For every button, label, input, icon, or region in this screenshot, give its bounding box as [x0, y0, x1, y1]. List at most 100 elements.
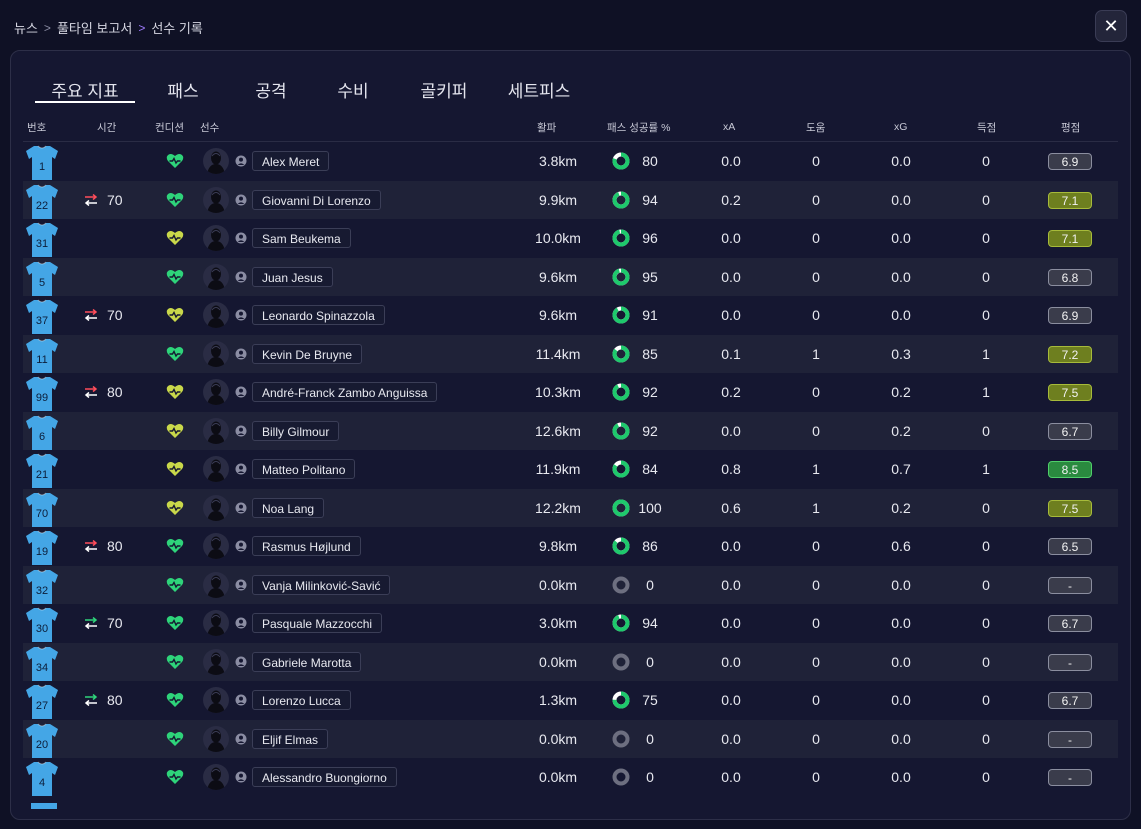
condition-heart-icon[interactable] — [166, 191, 184, 209]
xg-value: 0.2 — [891, 422, 911, 439]
next-row-peek — [23, 803, 1118, 809]
tab-passing[interactable]: 패스 — [138, 77, 228, 101]
tab-set-pieces[interactable]: 세트피스 — [494, 77, 584, 101]
avatar[interactable] — [203, 571, 229, 598]
player-name[interactable]: Lorenzo Lucca — [252, 690, 351, 710]
table-row[interactable]: 99 80 André-Franck Zambo Anguissa 10.3km… — [23, 373, 1118, 412]
goals-value: 0 — [982, 692, 990, 708]
table-row[interactable]: 27 80 Lorenzo Lucca 1.3km 75 0.0 0 0.0 0… — [23, 681, 1118, 720]
condition-heart-icon[interactable] — [166, 537, 184, 555]
xg-value: 0.0 — [891, 153, 911, 169]
player-name[interactable]: Matteo Politano — [252, 459, 356, 479]
table-row[interactable]: 37 70 Leonardo Spinazzola 9.6km 91 0.0 0… — [23, 296, 1118, 335]
player-name[interactable]: Alex Meret — [252, 151, 330, 171]
condition-heart-icon[interactable] — [166, 345, 184, 363]
table-row[interactable]: 6 Billy Gilmour 12.6km 92 0.0 0 0.2 0 6.… — [23, 411, 1118, 450]
col-rating[interactable]: 평점 — [1061, 120, 1080, 135]
jersey-icon: 30 — [26, 607, 58, 642]
tab-goalkeeper[interactable]: 골키퍼 — [404, 77, 484, 101]
table-row[interactable]: 32 Vanja Milinković-Savić 0.0km 0 0.0 0 … — [23, 565, 1118, 604]
table-row[interactable]: 19 80 Rasmus Højlund 9.8km 86 0.0 0 0.6 … — [23, 527, 1118, 566]
col-condition[interactable]: 컨디션 — [155, 120, 184, 135]
player-name[interactable]: Giovanni Di Lorenzo — [252, 189, 381, 210]
condition-heart-icon[interactable] — [166, 614, 184, 632]
condition-heart-icon[interactable] — [166, 460, 184, 478]
close-button[interactable]: ✕ — [1095, 10, 1127, 42]
avatar[interactable] — [203, 263, 229, 290]
table-row[interactable]: 5 Juan Jesus 9.6km 95 0.0 0 0.0 0 6.8 — [23, 257, 1118, 296]
avatar[interactable] — [203, 764, 229, 790]
condition-heart-icon[interactable] — [166, 422, 184, 440]
avatar[interactable] — [203, 456, 229, 482]
col-player[interactable]: 선수 — [200, 120, 219, 135]
table-row[interactable]: 20 Eljif Elmas 0.0km 0 0.0 0 0.0 0 - — [23, 719, 1118, 758]
table-row[interactable]: 70 Noa Lang 12.2km 100 0.6 1 0.2 0 7.5 — [23, 488, 1118, 527]
table-row[interactable]: 1 Alex Meret 3.8km 80 0.0 0 0.0 0 6.9 — [23, 142, 1118, 181]
table-row[interactable]: 30 70 Pasquale Mazzocchi 3.0km 94 0.0 0 … — [23, 604, 1118, 643]
player-name[interactable]: Eljif Elmas — [252, 728, 329, 749]
col-goals[interactable]: 득점 — [977, 120, 996, 135]
player-name[interactable]: Billy Gilmour — [252, 420, 340, 441]
tab-defense[interactable]: 수비 — [318, 77, 388, 101]
table-row[interactable]: 21 Matteo Politano 11.9km 84 0.8 1 0.7 1… — [23, 450, 1118, 489]
player-name[interactable]: Leonardo Spinazzola — [252, 305, 385, 325]
player-name[interactable]: Sam Beukema — [252, 228, 351, 248]
xa-value: 0.0 — [721, 692, 741, 708]
player-name[interactable]: Alessandro Buongiorno — [252, 767, 397, 787]
condition-heart-icon[interactable] — [166, 653, 184, 671]
condition-heart-icon[interactable] — [166, 383, 184, 401]
col-time[interactable]: 시간 — [97, 120, 116, 135]
tab-key-metrics[interactable]: 주요 지표 — [35, 77, 135, 103]
avatar[interactable] — [203, 417, 229, 444]
condition-heart-icon[interactable] — [166, 768, 184, 786]
pass-accuracy-ring — [612, 730, 630, 747]
col-pass-pct[interactable]: 패스 성공률 % — [607, 120, 670, 135]
rating-badge: 7.2 — [1048, 345, 1092, 363]
player-name[interactable]: Vanja Milinković-Savić — [252, 574, 391, 595]
player-name[interactable]: Gabriele Marotta — [252, 651, 362, 672]
condition-heart-icon[interactable] — [166, 229, 184, 247]
table-row[interactable]: 11 Kevin De Bruyne 11.4km 85 0.1 1 0.3 1… — [23, 334, 1118, 373]
avatar[interactable] — [203, 648, 229, 675]
breadcrumb-news[interactable]: 뉴스 — [14, 18, 38, 37]
avatar[interactable] — [203, 379, 229, 405]
avatar[interactable] — [203, 340, 229, 367]
table-row[interactable]: 4 Alessandro Buongiorno 0.0km 0 0.0 0 0.… — [23, 758, 1118, 797]
avatar[interactable] — [203, 225, 229, 251]
xa-value: 0.2 — [721, 384, 741, 400]
avatar[interactable] — [203, 533, 229, 559]
player-name[interactable]: André-Franck Zambo Anguissa — [252, 382, 438, 402]
player-name[interactable]: Pasquale Mazzocchi — [252, 613, 383, 633]
table-row[interactable]: 22 70 Giovanni Di Lorenzo 9.9km 94 0.2 0… — [23, 180, 1118, 219]
avatar[interactable] — [203, 302, 229, 328]
avatar[interactable] — [203, 186, 229, 213]
col-distance[interactable]: 활파 — [537, 120, 556, 135]
table-row[interactable]: 31 Sam Beukema 10.0km 96 0.0 0 0.0 0 7.1 — [23, 219, 1118, 258]
substitution: 70 — [83, 604, 123, 643]
avatar[interactable] — [203, 725, 229, 752]
condition-heart-icon[interactable] — [166, 152, 184, 170]
col-xg[interactable]: xG — [894, 121, 907, 133]
condition-heart-icon[interactable] — [166, 691, 184, 709]
col-number[interactable]: 번호 — [27, 120, 46, 135]
player-name[interactable]: Kevin De Bruyne — [252, 343, 363, 364]
person-icon — [235, 425, 247, 436]
condition-heart-icon[interactable] — [166, 499, 184, 517]
condition-heart-icon[interactable] — [166, 306, 184, 324]
assists-value: 0 — [812, 153, 820, 169]
condition-heart-icon[interactable] — [166, 730, 184, 748]
col-xa[interactable]: xA — [723, 121, 735, 133]
condition-heart-icon[interactable] — [166, 268, 184, 286]
avatar[interactable] — [203, 148, 229, 174]
player-name[interactable]: Juan Jesus — [252, 266, 333, 287]
player-name[interactable]: Rasmus Højlund — [252, 536, 361, 556]
table-row[interactable]: 34 Gabriele Marotta 0.0km 0 0.0 0 0.0 0 … — [23, 642, 1118, 681]
condition-heart-icon[interactable] — [166, 576, 184, 594]
tab-attack[interactable]: 공격 — [236, 77, 306, 101]
avatar[interactable] — [203, 687, 229, 713]
col-assists[interactable]: 도움 — [806, 120, 825, 135]
avatar[interactable] — [203, 610, 229, 636]
player-name[interactable]: Noa Lang — [252, 497, 325, 518]
breadcrumb-fulltime-report[interactable]: 풀타임 보고서 — [57, 18, 132, 37]
avatar[interactable] — [203, 494, 229, 521]
